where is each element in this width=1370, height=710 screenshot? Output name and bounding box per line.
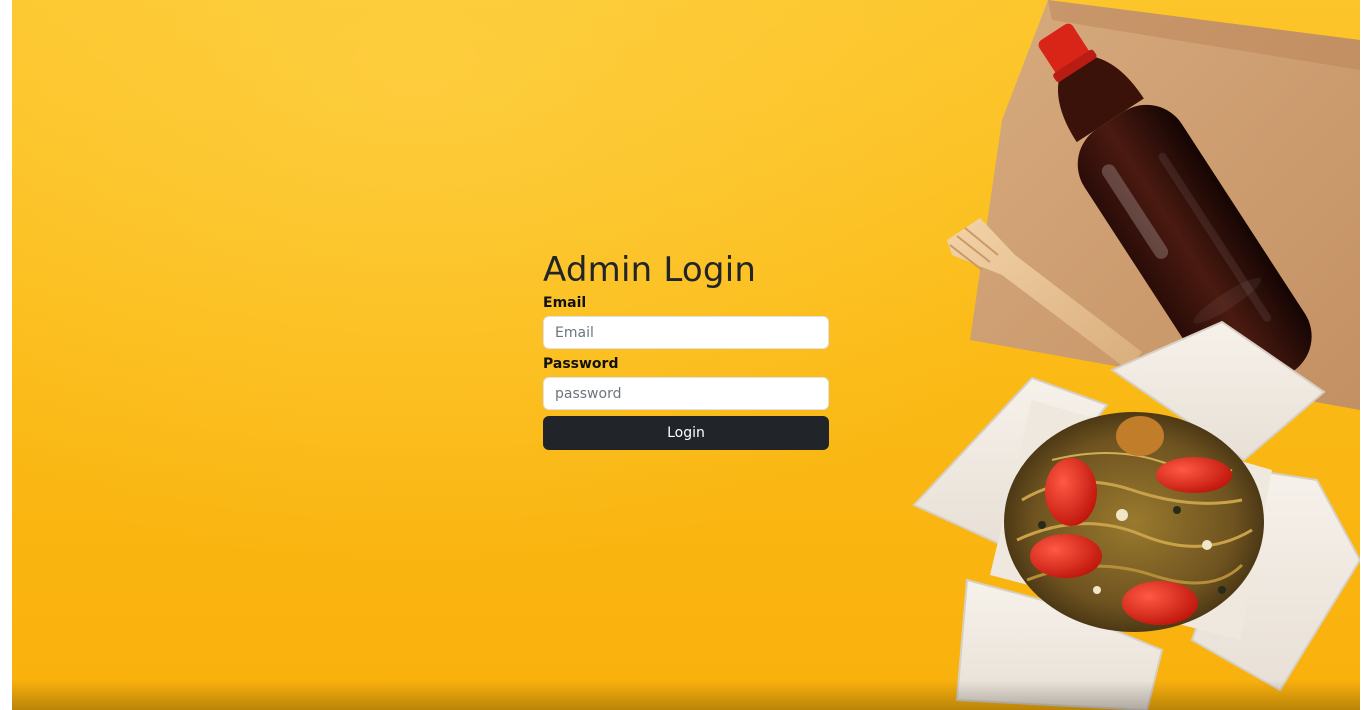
password-field[interactable] (543, 377, 829, 410)
page-title: Admin Login (543, 250, 757, 290)
login-page: Admin Login Email Password Login (0, 0, 1370, 710)
noodle-box-icon (912, 320, 1360, 710)
login-button[interactable]: Login (543, 416, 829, 450)
bottom-shade (12, 680, 1360, 710)
login-form: Admin Login Email Password Login (543, 248, 829, 450)
password-label: Password (543, 356, 619, 372)
email-label: Email (543, 295, 587, 311)
email-field[interactable] (543, 316, 829, 349)
